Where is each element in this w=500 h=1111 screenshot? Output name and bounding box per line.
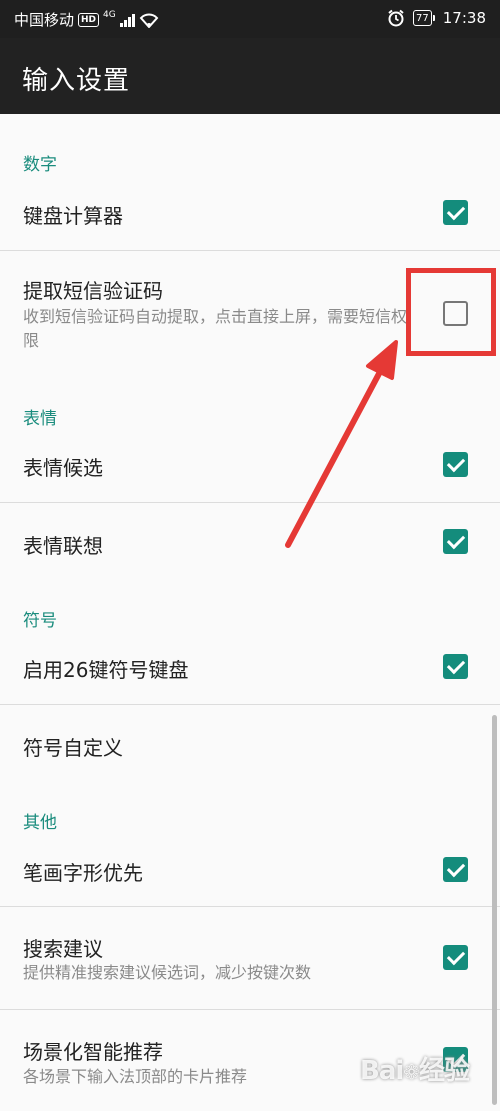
app-bar: 输入设置 [0,38,500,114]
setting-symbol-26key[interactable]: 启用26键符号键盘 [0,641,500,704]
section-header-emoji: 表情 [23,409,57,429]
setting-label: 键盘计算器 [23,204,123,228]
checkbox-checked[interactable] [443,654,468,679]
setting-label: 启用26键符号键盘 [23,658,189,682]
status-bar: 中国移动 HD 4G 77 17:38 [0,0,500,38]
network-type: 4G [103,9,116,20]
setting-description: 提供精准搜索建议候选词，减少按键次数 [23,963,312,982]
setting-label: 符号自定义 [23,736,123,760]
setting-keyboard-calculator[interactable]: 键盘计算器 [0,190,500,250]
checkbox-checked[interactable] [443,452,468,477]
clock: 17:38 [442,9,486,27]
wifi-icon [139,13,159,28]
checkbox-checked[interactable] [443,529,468,554]
page-title: 输入设置 [22,66,131,96]
section-header-digits: 数字 [23,155,57,175]
setting-emoji-candidates[interactable]: 表情候选 [0,440,500,502]
setting-label: 搜索建议 [23,937,103,961]
checkbox-checked[interactable] [443,945,468,970]
scrollbar[interactable] [492,715,497,1105]
setting-search-suggestions[interactable]: 搜索建议 提供精准搜索建议候选词，减少按键次数 [0,907,500,1009]
battery-icon: 77 [413,10,435,26]
alarm-icon [388,9,404,27]
setting-label: 场景化智能推荐 [23,1040,163,1064]
setting-label: 笔画字形优先 [23,861,143,885]
watermark-logo: Bai❁经验 [360,1056,470,1086]
setting-label: 表情联想 [23,534,103,558]
setting-custom-symbols[interactable]: 符号自定义 [0,705,500,781]
hd-badge: HD [78,12,100,27]
checkbox-checked[interactable] [443,200,468,225]
setting-description: 各场景下输入法顶部的卡片推荐 [23,1067,248,1086]
setting-label: 表情候选 [23,456,103,480]
section-header-symbols: 符号 [23,611,57,631]
setting-description: 收到短信验证码自动提取，点击直接上屏，需要短信权限 [23,307,408,350]
setting-label: 提取短信验证码 [23,279,163,303]
annotation-highlight-box [406,268,496,356]
setting-stroke-glyph[interactable]: 笔画字形优先 [0,843,500,906]
setting-emoji-association[interactable]: 表情联想 [0,503,500,579]
checkbox-checked[interactable] [443,857,468,882]
carrier-label: 中国移动 [14,11,75,29]
signal-icon [119,13,135,27]
section-header-other: 其他 [23,813,57,833]
